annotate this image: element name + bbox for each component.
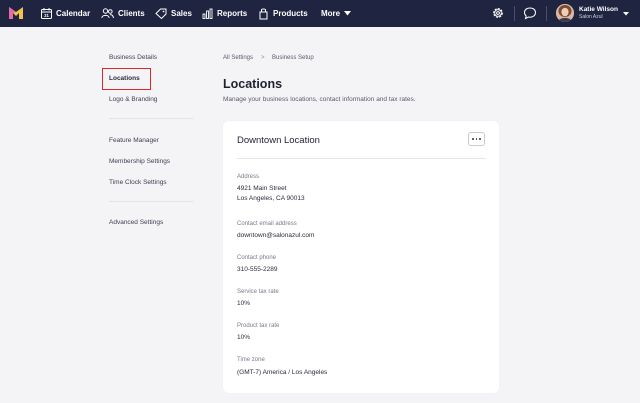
nav-products[interactable]: Products	[258, 0, 308, 27]
nav-calendar-label: Calendar	[56, 9, 91, 18]
nav-reports[interactable]: Reports	[202, 0, 247, 27]
user-name[interactable]: Katie Wilson	[579, 6, 618, 13]
top-nav: 31 Calendar Clients Sales Reports Produc…	[0, 0, 640, 27]
clients-icon	[101, 8, 114, 19]
email-value: downtown@salonazul.com	[237, 232, 315, 239]
sales-tag-icon	[155, 8, 167, 19]
phone-label: Contact phone	[237, 255, 277, 261]
user-avatar[interactable]	[556, 4, 574, 22]
app-logo[interactable]	[9, 7, 23, 19]
address-line2: Los Angeles, CA 90013	[237, 195, 305, 202]
nav-divider	[514, 6, 515, 21]
sidebar-item-advanced-settings[interactable]: Advanced Settings	[109, 219, 163, 226]
nav-clients-label: Clients	[118, 9, 145, 18]
chat-icon[interactable]	[523, 6, 537, 20]
sidebar-divider	[109, 201, 193, 202]
product-tax-label: Product tax rate	[237, 323, 280, 329]
location-card: Downtown Location Address 4921 Main Stre…	[223, 121, 499, 393]
page-subtitle: Manage your business locations, contact …	[223, 96, 416, 103]
nav-more[interactable]: More	[321, 0, 352, 27]
sidebar-item-logo-branding[interactable]: Logo & Branding	[109, 96, 157, 103]
phone-value: 310-555-2289	[237, 266, 278, 273]
address-line1: 4921 Main Street	[237, 185, 287, 192]
chevron-down-icon	[344, 11, 352, 16]
card-divider	[237, 158, 486, 159]
email-label: Contact email address	[237, 221, 297, 227]
breadcrumb-all-settings[interactable]: All Settings	[223, 55, 253, 61]
nav-sales-label: Sales	[171, 9, 192, 18]
timezone-label: Time zone	[237, 357, 265, 363]
timezone-value: (GMT-7) America / Los Angeles	[237, 369, 328, 376]
more-dots-icon	[472, 138, 475, 140]
product-tax-value: 10%	[237, 334, 251, 341]
service-tax-label: Service tax rate	[237, 289, 279, 295]
nav-products-label: Products	[273, 9, 308, 18]
page-title: Locations	[223, 77, 283, 91]
breadcrumb-separator: >	[261, 55, 265, 61]
sidebar-item-locations[interactable]: Locations	[109, 75, 140, 82]
sidebar-item-business-details[interactable]: Business Details	[109, 54, 157, 61]
nav-sales[interactable]: Sales	[155, 0, 192, 27]
calendar-icon: 31	[41, 8, 52, 19]
breadcrumb-business-setup: Business Setup	[272, 55, 314, 61]
user-menu-chevron-icon[interactable]	[623, 12, 629, 16]
products-icon	[259, 8, 268, 19]
service-tax-value: 10%	[237, 300, 251, 307]
sidebar-item-membership-settings[interactable]: Membership Settings	[109, 158, 170, 165]
nav-clients[interactable]: Clients	[101, 0, 145, 27]
user-business: Salon Azul	[579, 14, 603, 20]
settings-gear-icon[interactable]	[491, 6, 505, 20]
reports-icon	[202, 8, 213, 19]
nav-divider	[546, 6, 547, 21]
location-options-button[interactable]	[468, 132, 485, 146]
sidebar-divider	[109, 118, 193, 119]
sidebar-item-time-clock-settings[interactable]: Time Clock Settings	[109, 179, 167, 186]
location-name: Downtown Location	[237, 135, 320, 146]
nav-reports-label: Reports	[217, 9, 248, 18]
nav-more-label: More	[321, 9, 341, 18]
address-label: Address	[237, 174, 260, 180]
nav-calendar[interactable]: 31 Calendar	[41, 0, 90, 27]
svg-text:31: 31	[44, 13, 49, 18]
sidebar-item-feature-manager[interactable]: Feature Manager	[109, 137, 159, 144]
